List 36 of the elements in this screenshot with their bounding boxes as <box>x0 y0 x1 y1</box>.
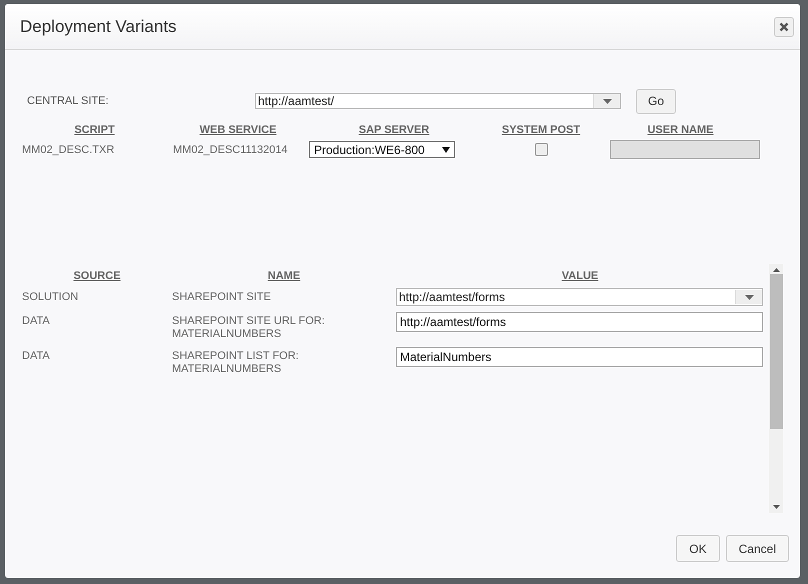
table-cell-text: DATA <box>22 349 51 364</box>
dialog-button[interactable]: OK <box>676 535 720 562</box>
column-header: WEB SERVICE <box>198 124 278 136</box>
dialog-button[interactable]: Cancel <box>726 535 789 562</box>
column-header: USER NAME <box>646 124 714 136</box>
go-button[interactable]: Go <box>636 88 676 114</box>
field-label: CENTRAL SITE: <box>27 95 110 107</box>
column-header: VALUE <box>560 270 600 282</box>
column-header: SCRIPT <box>73 124 116 136</box>
close-icon <box>779 22 789 32</box>
table-cell-text: MM02_DESC11132014 <box>173 144 289 156</box>
column-header: SYSTEM POST <box>500 124 582 136</box>
scroll-down-icon <box>772 505 780 509</box>
column-header: SAP SERVER <box>358 124 430 136</box>
table-cell-text: DATA <box>22 314 51 329</box>
checkbox[interactable] <box>534 143 548 156</box>
table-cell-text: SHAREPOINT LIST FOR: MATERIALNUMBERS <box>172 349 300 376</box>
table-cell-text: MM02_DESC.TXR <box>22 144 116 156</box>
server-dropdown[interactable]: Production:WE6-800 <box>309 141 455 158</box>
table-cell-text: SHAREPOINT SITE URL FOR: MATERIALNUMBERS <box>172 314 326 341</box>
scrollbar[interactable] <box>769 264 783 513</box>
scroll-up-icon <box>772 268 780 272</box>
column-header: SOURCE <box>72 270 122 282</box>
value-dropdown[interactable]: http://aamtest/forms <box>396 288 763 306</box>
input-field[interactable] <box>610 140 760 159</box>
close-button[interactable] <box>774 16 794 36</box>
column-header: NAME <box>266 270 302 282</box>
window-title: Deployment Variants <box>20 16 177 36</box>
caret-icon <box>602 98 612 104</box>
site-dropdown[interactable]: http://aamtest/ <box>255 93 621 109</box>
table-cell-text: SHAREPOINT SITE <box>172 290 272 305</box>
caret-icon <box>744 294 754 300</box>
table-cell-text: SOLUTION <box>22 290 80 305</box>
input-field[interactable]: http://aamtest/forms <box>396 312 763 332</box>
input-field[interactable]: MaterialNumbers <box>396 347 763 367</box>
caret-icon <box>442 146 450 152</box>
